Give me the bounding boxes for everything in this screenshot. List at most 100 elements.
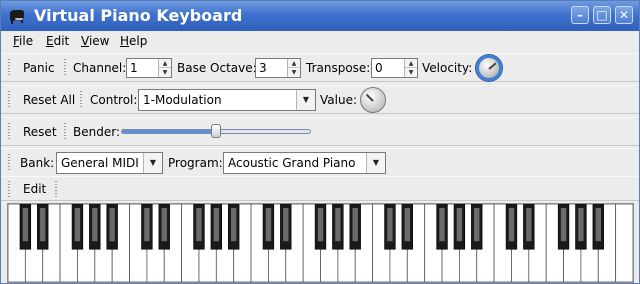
chevron-up-icon[interactable]: ▲ (405, 59, 417, 68)
chevron-down-icon[interactable]: ▼ (366, 153, 385, 173)
chevron-down-icon[interactable]: ▼ (405, 68, 417, 77)
reset-button[interactable]: Reset (19, 122, 61, 142)
toolbar-grip[interactable] (8, 59, 10, 77)
black-key[interactable] (592, 204, 604, 250)
menu-view-label: iew (88, 34, 110, 48)
toolbar-separator (80, 91, 82, 109)
black-key[interactable] (228, 204, 240, 250)
program-select-value: Acoustic Grand Piano (228, 156, 356, 170)
black-key[interactable] (89, 204, 101, 250)
bank-select[interactable]: General MIDI ▼ (56, 152, 163, 174)
black-key[interactable] (314, 204, 327, 250)
chevron-up-icon[interactable]: ▲ (159, 59, 171, 68)
transpose-spinbox[interactable]: 0 ▲ ▼ (371, 58, 418, 78)
black-key[interactable] (401, 204, 413, 250)
menu-help-mnemonic: H (120, 34, 130, 48)
channel-value: 1 (130, 61, 138, 75)
menu-view[interactable]: View (81, 33, 109, 49)
bender-slider-handle[interactable] (211, 124, 221, 138)
black-key[interactable] (106, 204, 118, 250)
toolbar-separator (64, 59, 66, 77)
bender-label: Bender: (73, 125, 120, 139)
toolbar-grip[interactable] (8, 91, 10, 109)
edit-button[interactable]: Edit (19, 179, 50, 199)
close-button[interactable]: ✕ (615, 6, 633, 24)
chevron-down-icon[interactable]: ▼ (296, 90, 315, 110)
menu-edit[interactable]: Edit (46, 33, 69, 49)
transpose-value: 0 (375, 61, 383, 75)
black-key[interactable] (210, 204, 223, 250)
toolbar-grip[interactable] (8, 154, 10, 172)
black-key[interactable] (71, 204, 84, 250)
black-key[interactable] (471, 204, 483, 250)
toolbar-grip[interactable] (8, 181, 10, 199)
toolbar-controllers: Reset All Control: 1-Modulation ▼ Value: (1, 85, 639, 114)
velocity-knob[interactable] (476, 55, 502, 81)
title-bar[interactable]: Virtual Piano Keyboard – □ ✕ (1, 1, 639, 31)
maximize-icon: □ (596, 8, 608, 22)
menu-edit-label: dit (53, 34, 70, 48)
controller-value-knob[interactable] (360, 87, 386, 113)
base-octave-spinbox[interactable]: 3 ▲ ▼ (255, 58, 301, 78)
menu-view-mnemonic: V (81, 34, 89, 48)
black-key[interactable] (453, 204, 466, 250)
toolbar-program: Bank: General MIDI ▼ Program: Acoustic G… (1, 148, 639, 177)
menu-help[interactable]: Help (120, 33, 147, 49)
black-key[interactable] (19, 204, 32, 250)
panic-button[interactable]: Panic (19, 58, 59, 78)
velocity-knob-pointer (488, 62, 497, 70)
base-octave-stepper[interactable]: ▲ ▼ (287, 59, 300, 77)
black-key[interactable] (557, 204, 570, 250)
toolbar-separator (64, 123, 66, 141)
black-key[interactable] (436, 204, 448, 250)
value-label: Value: (320, 93, 357, 107)
black-key[interactable] (575, 204, 587, 250)
black-key[interactable] (262, 204, 275, 250)
window-title: Virtual Piano Keyboard (34, 6, 243, 25)
toolbar-separator (55, 181, 57, 199)
black-key[interactable] (505, 204, 518, 250)
white-key[interactable] (615, 204, 633, 282)
chevron-down-icon[interactable]: ▼ (288, 68, 300, 77)
black-key[interactable] (280, 204, 292, 250)
control-select[interactable]: 1-Modulation ▼ (138, 89, 316, 111)
toolbar-edit: Edit (1, 176, 639, 201)
chevron-down-icon[interactable]: ▼ (159, 68, 171, 77)
value-knob-pointer (365, 93, 374, 102)
channel-label: Channel: (73, 61, 127, 75)
bender-slider-fill (122, 130, 216, 133)
channel-stepper[interactable]: ▲ ▼ (158, 59, 171, 77)
black-key[interactable] (349, 204, 361, 250)
close-icon: ✕ (618, 8, 630, 22)
transpose-stepper[interactable]: ▲ ▼ (404, 59, 417, 77)
piano-keyboard-frame (7, 203, 634, 283)
reset-all-button[interactable]: Reset All (19, 90, 79, 110)
channel-spinbox[interactable]: 1 ▲ ▼ (126, 58, 172, 78)
menu-file-label: ile (19, 34, 34, 48)
black-key[interactable] (141, 204, 153, 250)
black-key[interactable] (158, 204, 170, 250)
menu-help-label: elp (129, 34, 148, 48)
base-octave-value: 3 (259, 61, 267, 75)
bank-select-value: General MIDI (61, 156, 139, 170)
black-key[interactable] (37, 204, 49, 250)
menu-file[interactable]: File (13, 33, 33, 49)
maximize-button[interactable]: □ (593, 6, 611, 24)
control-select-value: 1-Modulation (143, 93, 222, 107)
black-key[interactable] (384, 204, 396, 250)
toolbar-bender: Reset Bender: (1, 117, 639, 146)
black-key[interactable] (193, 204, 205, 250)
minimize-button[interactable]: – (571, 6, 589, 24)
minimize-icon: – (577, 8, 583, 22)
transpose-label: Transpose: (306, 61, 371, 75)
chevron-up-icon[interactable]: ▲ (288, 59, 300, 68)
menu-edit-mnemonic: E (46, 34, 54, 48)
chevron-down-icon[interactable]: ▼ (143, 153, 162, 173)
toolbar-grip[interactable] (8, 123, 10, 141)
piano-keyboard[interactable] (8, 204, 633, 282)
black-key[interactable] (332, 204, 344, 250)
program-select[interactable]: Acoustic Grand Piano ▼ (223, 152, 386, 174)
black-key[interactable] (523, 204, 535, 250)
toolbar-notes: Panic Channel: 1 ▲ ▼ Base Octave: 3 ▲ ▼ … (1, 53, 639, 82)
control-label: Control: (90, 93, 138, 107)
